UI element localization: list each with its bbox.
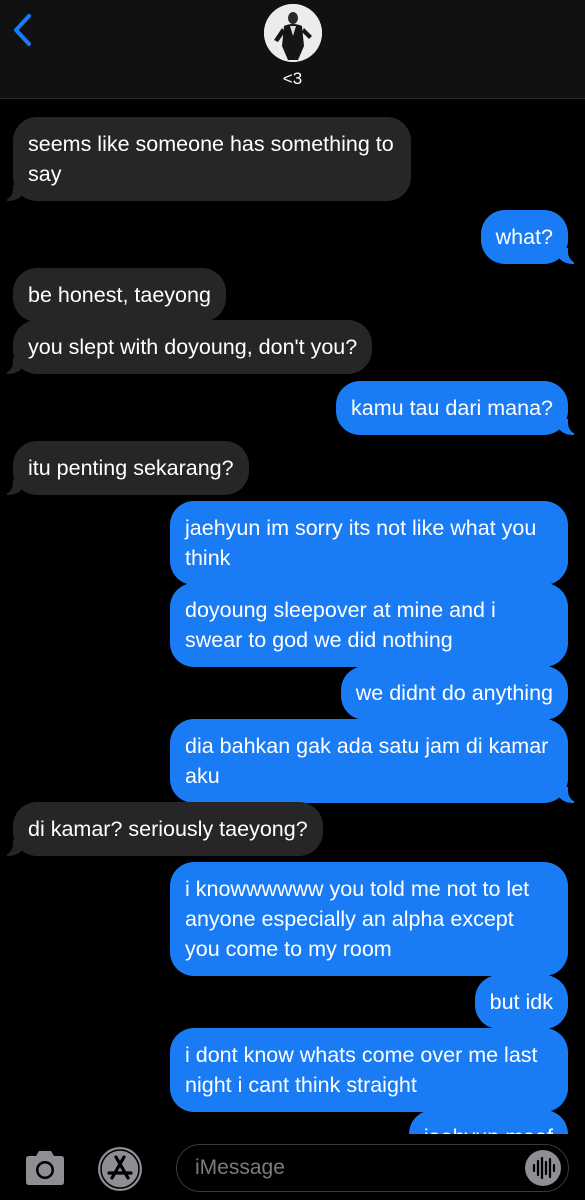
app-store-icon xyxy=(98,1147,142,1191)
message-bubble-sent[interactable]: doyoung sleepover at mine and i swear to… xyxy=(170,583,568,667)
message-bubble-sent[interactable]: i dont know whats come over me last nigh… xyxy=(170,1028,568,1112)
audio-waveform-icon xyxy=(532,1156,556,1180)
camera-button[interactable] xyxy=(22,1149,68,1187)
message-bubble-received[interactable]: di kamar? seriously taeyong? xyxy=(0,802,323,856)
message-text: jaehyun maaf xyxy=(424,1125,553,1134)
message-text: dia bahkan gak ada satu jam di kamar aku xyxy=(185,734,549,788)
message-bubble-sent[interactable]: kamu tau dari mana? xyxy=(336,381,582,435)
message-input[interactable] xyxy=(193,1153,517,1183)
composer-bar xyxy=(0,1134,585,1200)
message-bubble-sent[interactable]: i knowwwwww you told me not to let anyon… xyxy=(170,862,568,976)
message-bubble-sent[interactable]: but idk xyxy=(474,975,568,1029)
message-bubble-sent[interactable]: what? xyxy=(480,210,583,264)
message-text: i knowwwwww you told me not to let anyon… xyxy=(185,877,530,961)
message-bubble-received[interactable]: you slept with doyoung, don't you? xyxy=(0,320,373,374)
message-text: we didnt do anything xyxy=(355,681,553,705)
conversation-header: <3 xyxy=(0,0,585,99)
message-bubble-sent[interactable]: jaehyun im sorry its not like what you t… xyxy=(170,501,568,585)
message-bubble-sent[interactable]: we didnt do anything xyxy=(340,666,568,720)
message-bubble-received[interactable]: be honest, taeyong xyxy=(13,268,226,322)
message-text: seems like someone has something to say xyxy=(28,132,394,186)
message-input-container[interactable] xyxy=(176,1144,569,1192)
message-text: but idk xyxy=(489,990,553,1014)
app-store-button[interactable] xyxy=(96,1145,144,1193)
message-text: be honest, taeyong xyxy=(28,283,211,307)
audio-message-button[interactable] xyxy=(525,1150,561,1186)
message-bubble-sent[interactable]: jaehyun maaf xyxy=(408,1110,568,1134)
message-text: i dont know whats come over me last nigh… xyxy=(185,1043,538,1097)
message-text: kamu tau dari mana? xyxy=(351,396,553,420)
message-bubble-sent[interactable]: dia bahkan gak ada satu jam di kamar aku xyxy=(170,719,582,803)
message-text: you slept with doyoung, don't you? xyxy=(28,335,358,359)
message-bubble-received[interactable]: itu penting sekarang? xyxy=(0,441,249,495)
message-thread[interactable]: seems like someone has something to say … xyxy=(0,99,585,1134)
contact-name[interactable]: <3 xyxy=(0,69,585,89)
contact-photo xyxy=(264,4,322,62)
message-text: what? xyxy=(495,225,553,249)
message-text: jaehyun im sorry its not like what you t… xyxy=(185,516,537,570)
camera-icon xyxy=(26,1151,64,1185)
message-bubble-received[interactable]: seems like someone has something to say xyxy=(0,117,411,201)
message-text: doyoung sleepover at mine and i swear to… xyxy=(185,598,496,652)
chevron-left-icon xyxy=(14,14,31,46)
message-text: itu penting sekarang? xyxy=(28,456,234,480)
contact-avatar[interactable] xyxy=(264,4,322,62)
back-button[interactable] xyxy=(10,8,36,52)
message-text: di kamar? seriously taeyong? xyxy=(28,817,308,841)
